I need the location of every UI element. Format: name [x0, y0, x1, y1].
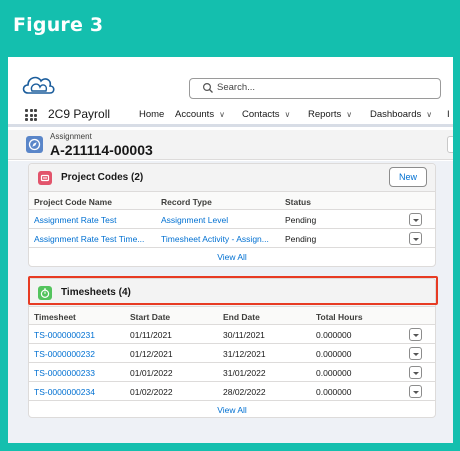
row-action-menu-icon[interactable]: [409, 366, 422, 379]
record-type-link[interactable]: Assignment Level: [161, 215, 228, 225]
nav-item-home[interactable]: Home: [139, 109, 164, 120]
nav-item-dashboards[interactable]: Dashboards ∨: [370, 109, 432, 120]
status-value: Pending: [285, 215, 317, 225]
record-name: A-211114-00003: [50, 142, 153, 158]
project-codes-card: Project Codes (2) New Project Code Name …: [28, 163, 436, 267]
end-date: 31/01/2022: [223, 368, 266, 378]
column-header[interactable]: Record Type: [161, 197, 212, 207]
nav-item-accounts[interactable]: Accounts ∨: [175, 109, 225, 120]
compass-icon: [26, 136, 43, 153]
column-header[interactable]: Status: [285, 197, 311, 207]
row-action-menu-icon[interactable]: [409, 347, 422, 360]
record-type-link[interactable]: Timesheet Activity - Assign...: [161, 234, 269, 244]
chevron-down-icon[interactable]: ∨: [219, 110, 225, 119]
chevron-down-icon[interactable]: ∨: [285, 110, 291, 119]
project-codes-title: Project Codes (2): [61, 172, 144, 183]
chevron-down-icon[interactable]: ∨: [346, 110, 352, 119]
column-header[interactable]: End Date: [223, 312, 260, 322]
new-project-code-button[interactable]: New: [389, 167, 427, 187]
column-header[interactable]: Total Hours: [316, 312, 363, 322]
timesheet-link[interactable]: TS-0000000234: [34, 387, 95, 397]
global-search-input[interactable]: Search...: [189, 78, 441, 99]
project-code-name-link[interactable]: Assignment Rate Test Time...: [34, 234, 144, 244]
row-action-menu-icon[interactable]: [409, 385, 422, 398]
nav-item-reports[interactable]: Reports ∨: [308, 109, 352, 120]
timesheets-highlight-box: [28, 276, 438, 305]
table-header-row: Timesheet Start Date End Date Total Hour…: [29, 307, 435, 325]
figure-title: Figure 3: [13, 14, 104, 36]
search-placeholder: Search...: [217, 82, 256, 93]
app-launcher-icon[interactable]: [25, 109, 37, 121]
column-header[interactable]: Timesheet: [34, 312, 76, 322]
row-action-menu-icon[interactable]: [409, 232, 422, 245]
column-header[interactable]: Start Date: [130, 312, 170, 322]
end-date: 28/02/2022: [223, 387, 266, 397]
row-action-menu-icon[interactable]: [409, 328, 422, 341]
chevron-down-icon[interactable]: ∨: [426, 110, 432, 119]
timesheets-view-all-link[interactable]: View All: [29, 405, 435, 415]
total-hours: 0.000000: [316, 349, 352, 359]
app-name: 2C9 Payroll: [48, 107, 111, 121]
start-date: 01/11/2021: [130, 330, 172, 340]
column-header[interactable]: Project Code Name: [34, 197, 112, 207]
project-code-name-link[interactable]: Assignment Rate Test: [34, 215, 117, 225]
nav-item-overflow[interactable]: I: [447, 109, 450, 120]
table-row: Assignment Rate Test Time... Timesheet A…: [29, 230, 435, 248]
table-row: TS-0000000233 01/01/2022 31/01/2022 0.00…: [29, 364, 435, 382]
total-hours: 0.000000: [316, 387, 352, 397]
screenshot-panel: Search... 2C9 Payroll Home Accounts ∨ Con…: [8, 57, 453, 443]
timesheet-link[interactable]: TS-0000000231: [34, 330, 95, 340]
project-codes-header: Project Codes (2) New: [29, 164, 435, 192]
project-codes-view-all-link[interactable]: View All: [29, 252, 435, 262]
start-date: 01/12/2021: [130, 349, 173, 359]
table-row: Assignment Rate Test Assignment Level Pe…: [29, 211, 435, 229]
start-date: 01/02/2022: [130, 387, 173, 397]
timesheet-link[interactable]: TS-0000000233: [34, 368, 95, 378]
project-code-icon: [38, 171, 52, 185]
row-action-menu-icon[interactable]: [409, 213, 422, 226]
total-hours: 0.000000: [316, 368, 352, 378]
nav-item-contacts[interactable]: Contacts ∨: [242, 109, 290, 120]
total-hours: 0.000000: [316, 330, 352, 340]
cloud-logo-icon: [20, 71, 56, 99]
table-row: TS-0000000232 01/12/2021 31/12/2021 0.00…: [29, 345, 435, 363]
timesheet-link[interactable]: TS-0000000232: [34, 349, 95, 359]
end-date: 30/11/2021: [223, 330, 265, 340]
app-nav-bar: 2C9 Payroll Home Accounts ∨ Contacts ∨ Rep…: [8, 107, 453, 127]
record-actions-button[interactable]: [447, 136, 453, 153]
table-row: TS-0000000234 01/02/2022 28/02/2022 0.00…: [29, 383, 435, 401]
start-date: 01/01/2022: [130, 368, 173, 378]
record-type-label: Assignment: [50, 132, 92, 141]
end-date: 31/12/2021: [223, 349, 266, 359]
search-icon: [202, 82, 213, 93]
table-header-row: Project Code Name Record Type Status: [29, 192, 435, 210]
status-value: Pending: [285, 234, 317, 244]
record-header: Assignment A-211114-00003: [8, 130, 453, 160]
figure-frame: Figure 3 Search... 2C9 Payroll Home Acco…: [0, 0, 460, 451]
table-row: TS-0000000231 01/11/2021 30/11/2021 0.00…: [29, 326, 435, 344]
